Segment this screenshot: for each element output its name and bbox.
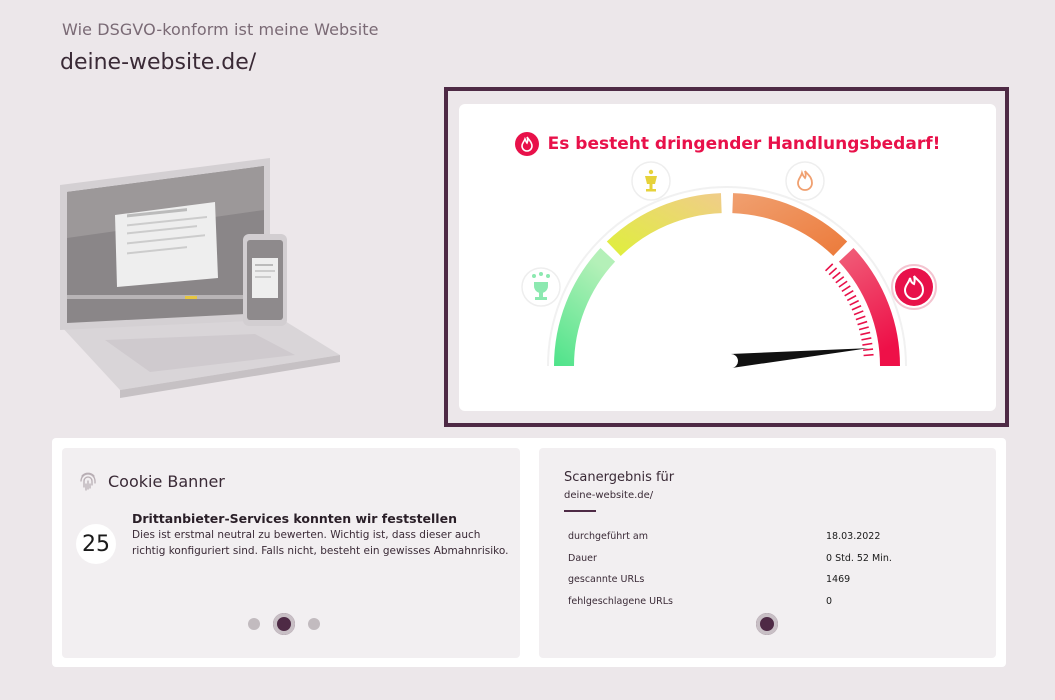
gauge-tick [863,353,874,357]
gauge-tick [849,299,860,306]
scan-row: durchgeführt am 18.03.2022 [568,526,968,548]
scan-table: durchgeführt am 18.03.2022 Dauer 0 Std. … [568,526,968,612]
scan-value: 0 Std. 52 Min. [826,552,892,564]
scan-pager [756,613,778,635]
gauge-frame: Es besteht dringender Handlungsbedarf! [444,87,1009,427]
gauge-tick [828,267,838,276]
flame-icon [785,161,825,201]
gauge-tick [862,342,873,346]
chalice-icon [631,161,671,201]
gauge-tick [851,305,862,311]
gauge-tick [861,337,872,341]
scan-title: Scanergebnis für [564,470,675,485]
scan-value: 0 [826,595,833,607]
cookie-pager [248,613,320,635]
gauge-tick [846,294,857,302]
scan-value: 18.03.2022 [826,531,881,543]
cookie-description: Dies ist erstmal neutral zu bewerten. Wi… [132,529,509,557]
cookie-heading: Drittanbieter-Services konnten wir fests… [132,511,457,526]
gauge-tick [832,271,841,280]
gauge-segment-green [554,248,616,366]
gauge-tick [844,290,854,297]
pager-dot-3[interactable] [308,618,320,630]
scan-label: durchgeführt am [568,531,648,543]
cookie-banner-panel: Cookie Banner 25 Drittanbieter-Services … [62,448,520,658]
gauge-tick [841,285,851,293]
scan-underline [564,510,596,512]
gauge-segment-red [838,248,900,366]
devices-illustration [60,158,340,398]
gauge-tick [863,348,874,352]
gauge-tick [824,263,834,272]
gauge-tick [857,320,868,326]
page-subtitle: Wie DSGVO-konform ist meine Website [62,20,379,39]
flame-icon-active [891,264,937,310]
trophy-icon [521,267,561,307]
gauge-tick [855,315,866,321]
page-title: deine-website.de/ [60,50,257,75]
risk-gauge [521,161,937,368]
scan-label: fehlgeschlagene URLs [568,595,673,607]
scan-value: 1469 [826,574,851,586]
gauge-tick [853,310,864,316]
result-panels: Cookie Banner 25 Drittanbieter-Services … [52,438,1006,667]
scan-row: gescannte URLs 1469 [568,569,968,591]
gauge-segment-yellow [606,193,722,256]
gauge-tick [838,280,848,288]
scan-result-panel: Scanergebnis für deine-website.de/ durch… [539,448,996,658]
fingerprint-icon [80,472,96,491]
scan-site: deine-website.de/ [564,490,654,501]
pager-dot-2[interactable] [273,613,295,635]
gauge-needle [730,348,869,368]
service-count: 25 [76,524,116,564]
gauge-segment-orange [732,193,848,256]
gauge-card: Es besteht dringender Handlungsbedarf! [459,104,996,411]
scan-label: Dauer [568,552,597,564]
scan-label: gescannte URLs [568,574,645,586]
pager-dot-1[interactable] [756,613,778,635]
pager-dot-1[interactable] [248,618,260,630]
gauge-tick [835,276,845,284]
scan-row: Dauer 0 Std. 52 Min. [568,548,968,570]
gauge-tick [860,331,871,336]
cookie-header: Cookie Banner [78,470,225,492]
scan-row: fehlgeschlagene URLs 0 [568,591,968,613]
needle-shape [730,348,869,368]
cookie-panel-title: Cookie Banner [108,471,225,491]
gauge-tick [858,326,869,331]
